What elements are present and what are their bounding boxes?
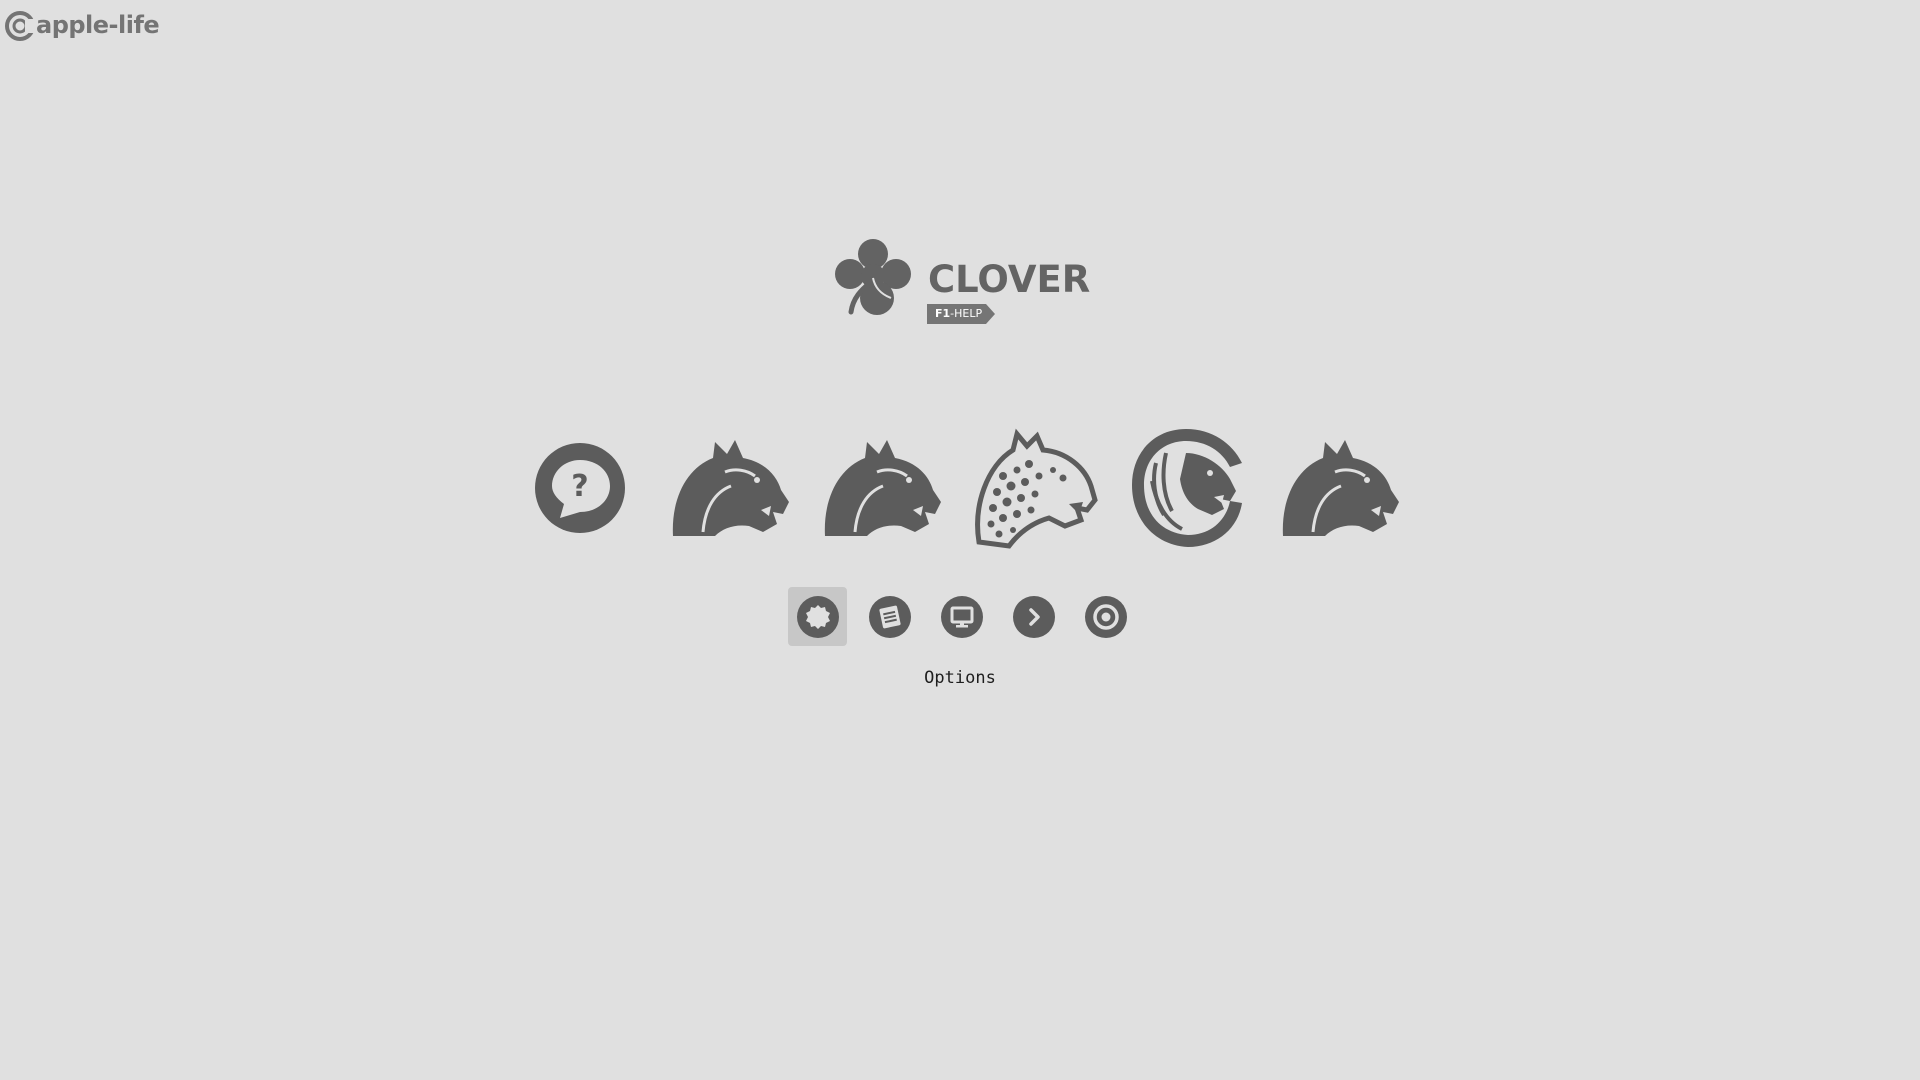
- clover-boot-screen: apple-life CLOVER F1-HELP ? Options: [0, 0, 1920, 1080]
- cougar-head-icon: [1282, 440, 1399, 536]
- about-disc: [868, 595, 911, 638]
- help-pill-tip: [986, 304, 996, 324]
- boot-entry-macos-volume-5[interactable]: [1270, 418, 1410, 558]
- boot-entries-row: ?: [0, 418, 1920, 558]
- shell-disc: [1012, 595, 1055, 638]
- monitor-icon: [950, 606, 973, 627]
- svg-text:?: ?: [571, 469, 588, 504]
- clover-title: CLOVER: [928, 258, 1091, 301]
- options-gear-icon: [805, 604, 830, 629]
- power-ring-icon: [1092, 603, 1119, 630]
- cougar-head-icon: [824, 440, 941, 536]
- selected-item-label: Options: [924, 668, 996, 688]
- boot-entry-macos-volume-2[interactable]: [812, 418, 952, 558]
- brand-name: apple-life: [36, 11, 160, 39]
- boot-entry-unknown-volume[interactable]: ?: [510, 418, 650, 558]
- help-pill: F1-HELP: [927, 304, 987, 324]
- clover-leaf-icon: [835, 239, 911, 315]
- boot-entry-macos-volume-4[interactable]: [1118, 418, 1258, 558]
- tool-options-button[interactable]: [788, 587, 847, 646]
- tool-shutdown-button[interactable]: [1076, 587, 1135, 646]
- tool-display-button[interactable]: [932, 587, 991, 646]
- cougar-head-icon: [672, 440, 789, 536]
- display-disc: [940, 595, 983, 638]
- tool-shell-button[interactable]: [1004, 587, 1063, 646]
- apple-life-logo-icon: [5, 11, 35, 41]
- tool-about-button[interactable]: [860, 587, 919, 646]
- apple-life-brand: apple-life: [5, 6, 160, 44]
- leopard-head-icon: [975, 428, 1098, 549]
- notepad-icon: [878, 605, 901, 628]
- boot-entry-macos-volume-3[interactable]: [964, 418, 1104, 558]
- f1-help-badge: F1-HELP: [927, 304, 996, 324]
- question-bubble-icon: ?: [535, 443, 625, 533]
- boot-entry-macos-volume-1[interactable]: [660, 418, 800, 558]
- shutdown-disc: [1084, 595, 1127, 638]
- options-disc: [796, 595, 839, 638]
- chevron-right-icon: [1028, 607, 1040, 626]
- clover-logo: CLOVER F1-HELP: [831, 236, 1091, 326]
- help-text: -HELP: [950, 307, 983, 320]
- help-key: F1: [935, 307, 951, 320]
- lion-head-icon: [1132, 429, 1242, 547]
